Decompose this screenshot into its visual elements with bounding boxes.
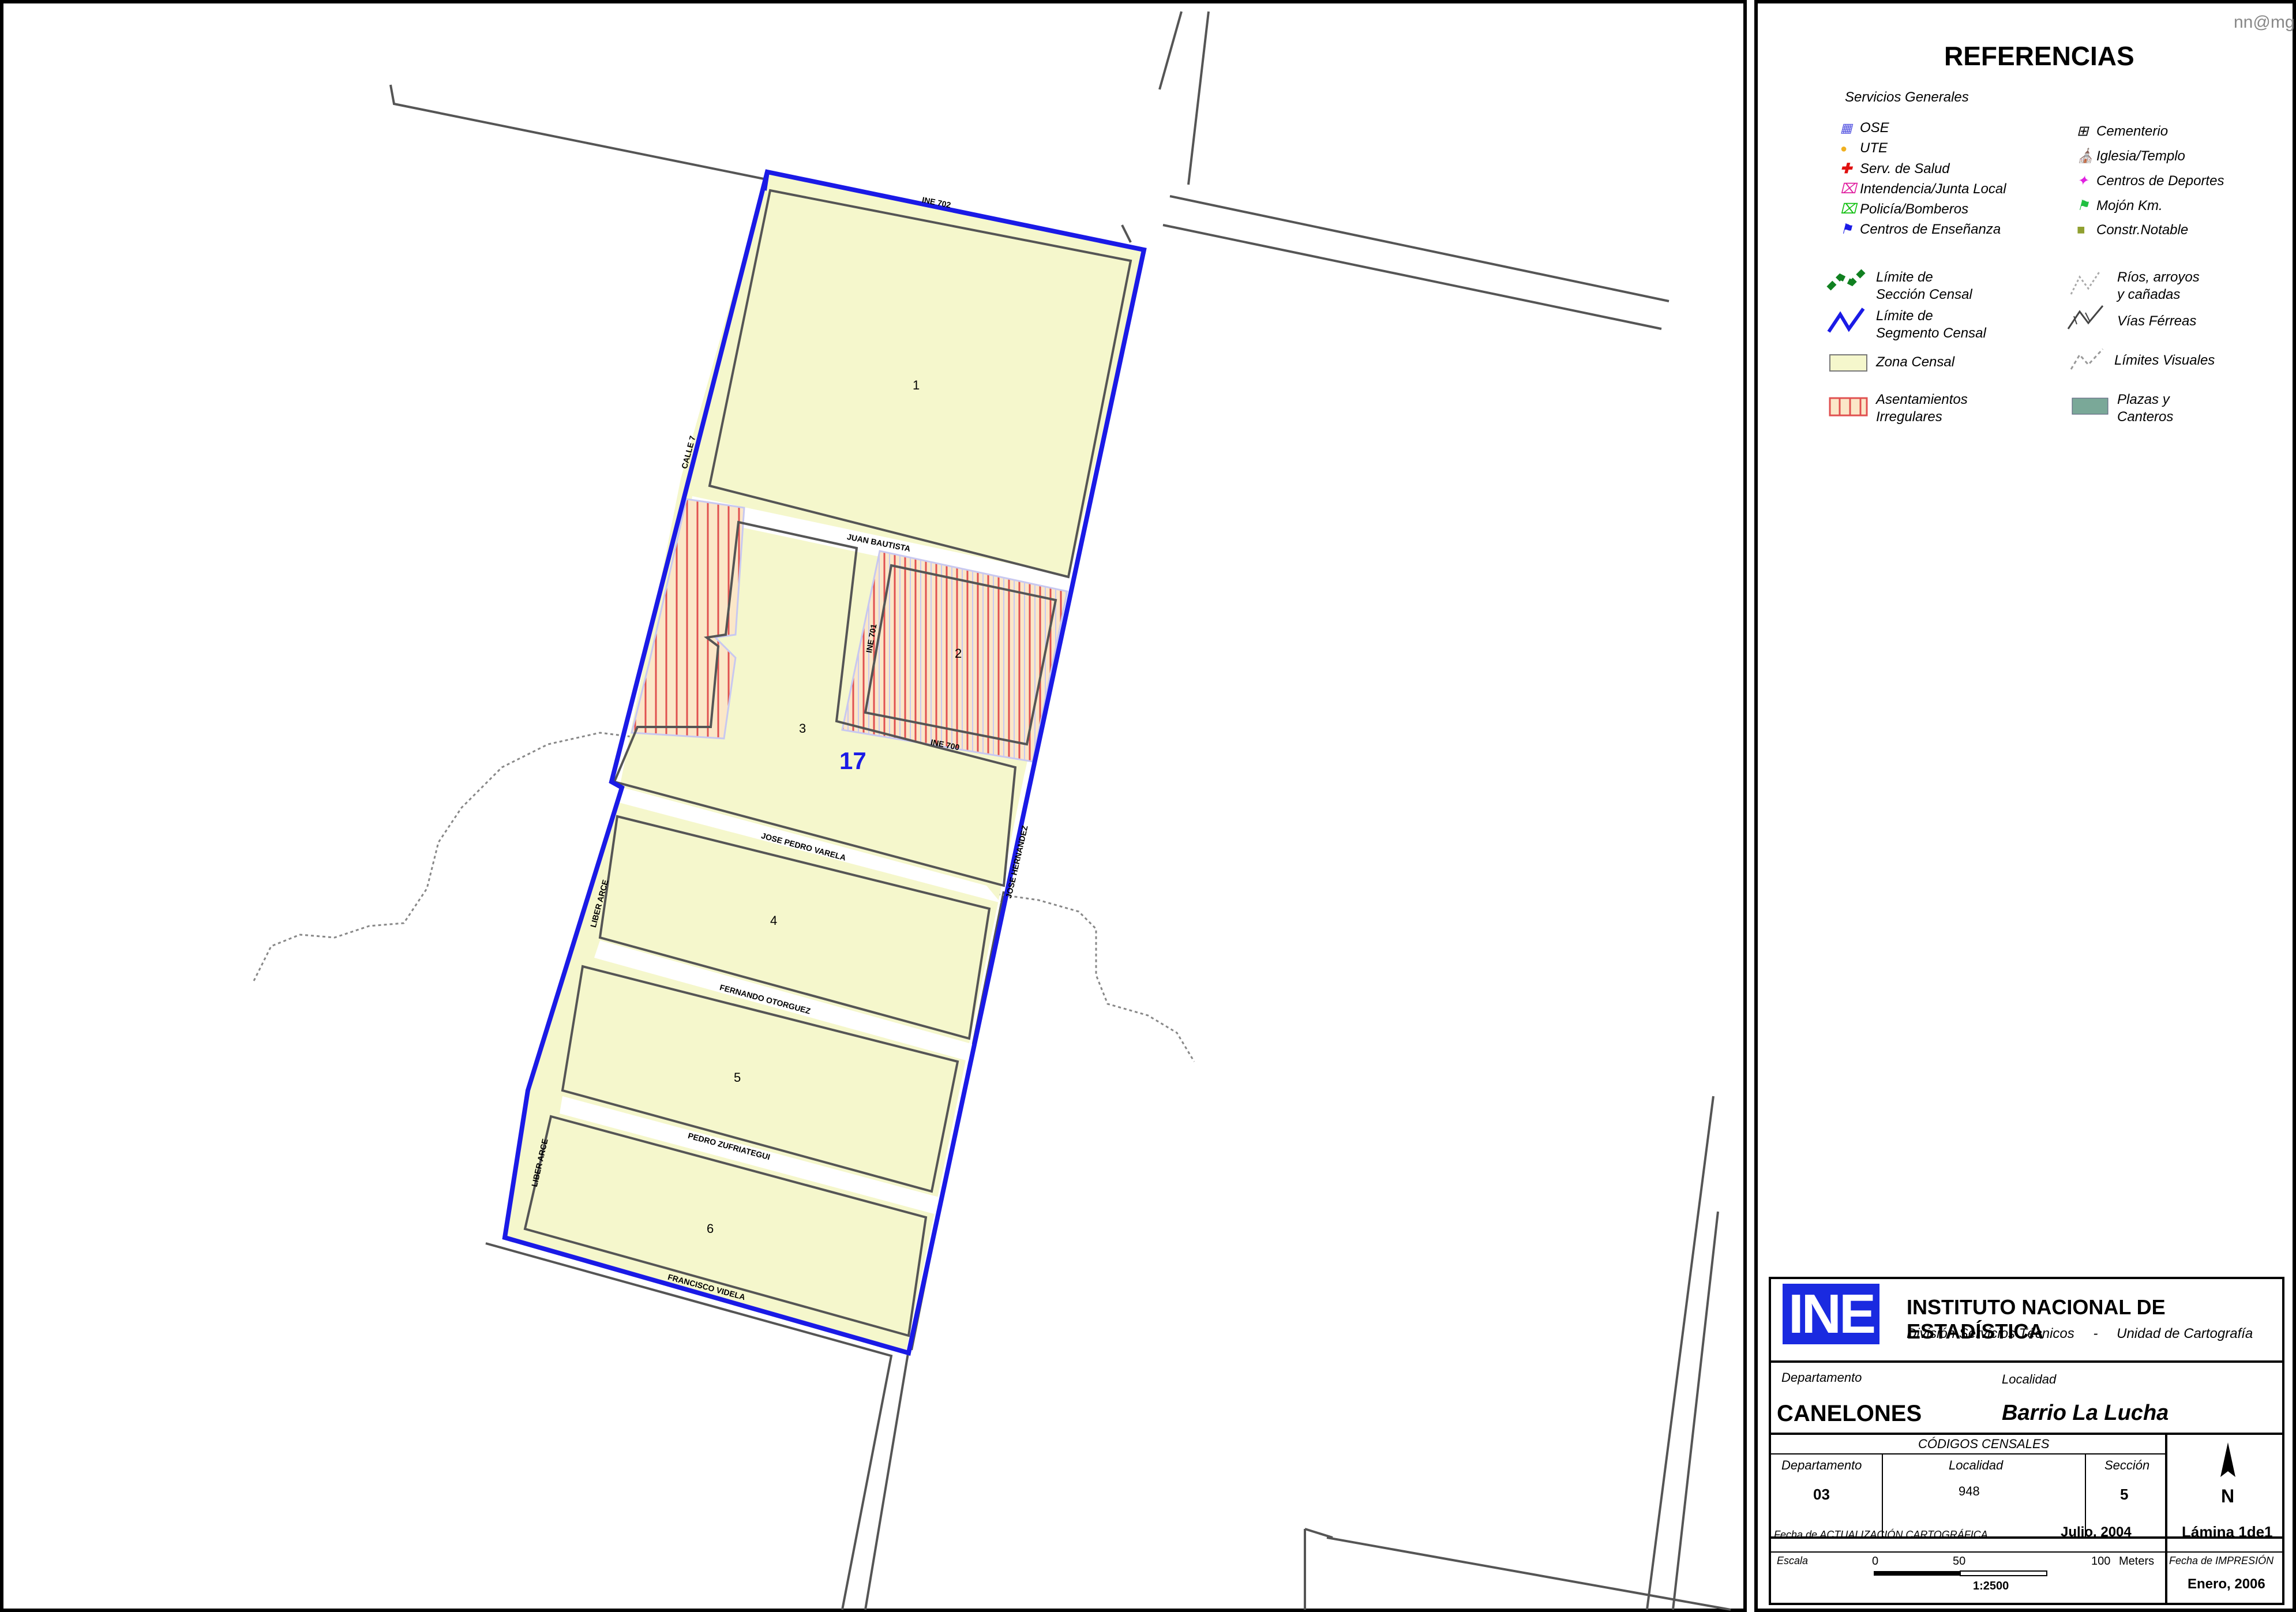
scale-ratio: 1:2500 xyxy=(1973,1580,2009,1592)
code-loc-value: 948 xyxy=(1959,1484,1980,1498)
legend-schools: ⚑ Centros de Enseñanza xyxy=(1840,222,2001,237)
zone-label-3: 3 xyxy=(799,721,806,736)
sports-runner-icon: ✦ xyxy=(2077,173,2089,189)
north-label: N xyxy=(2221,1486,2235,1506)
segment-number: 17 xyxy=(839,747,866,774)
zone-label-1: 1 xyxy=(913,378,920,392)
zone-label-5: 5 xyxy=(734,1070,741,1085)
legend-sports: ✦ Centros de Deportes xyxy=(2077,173,2224,189)
map-sheet xyxy=(0,0,2296,1612)
ose-icon: ▦ xyxy=(1840,121,1852,135)
scale-tick-0: 0 xyxy=(1872,1555,1879,1568)
scale-unit: Meters xyxy=(2119,1555,2155,1568)
legend-health: ✚ Serv. de Salud xyxy=(1840,161,1950,177)
legend-title: REFERENCIAS xyxy=(1944,41,2134,71)
zone-label-6: 6 xyxy=(707,1221,714,1236)
legend-cemetery: ⊞ Cementerio xyxy=(2077,123,2169,139)
print-label: Fecha de IMPRESIÓN xyxy=(2169,1555,2274,1566)
legend-segment-boundary-label: Límite de Segmento Censal xyxy=(1876,308,1986,341)
legend-frame xyxy=(1754,0,2296,1612)
update-label: Fecha de ACTUALIZACIÓN CARTOGRÁFICA xyxy=(1774,1529,1988,1540)
legend-railway-label: Vías Férreas xyxy=(2117,313,2197,329)
cemetery-icon: ⊞ xyxy=(2077,123,2089,139)
services-heading: Servicios Generales xyxy=(1845,89,1969,105)
dept-value: CANELONES xyxy=(1777,1401,1922,1426)
zone-label-2: 2 xyxy=(955,646,962,661)
police-icon: ⌧ xyxy=(1840,201,1856,217)
scale-tick-50: 50 xyxy=(1953,1555,1966,1568)
print-date: Enero, 2006 xyxy=(2188,1576,2265,1592)
legend-section-boundary-label: Límite de Sección Censal xyxy=(1876,269,1972,302)
legend-police: ⌧ Policía/Bomberos xyxy=(1840,201,1969,217)
codes-title: CÓDIGOS CENSALES xyxy=(1918,1437,2050,1451)
scale-tick-100: 100 xyxy=(2091,1555,2111,1568)
legend-rivers-label: Ríos, arroyos y cañadas xyxy=(2117,269,2200,302)
author-signature: nn@mg xyxy=(2234,13,2295,32)
code-sec-value: 5 xyxy=(2120,1486,2129,1503)
division-name: División Servicios Técnicos - Unidad de … xyxy=(1907,1326,2253,1341)
legend-irregular-label: Asentamientos Irregulares xyxy=(1876,392,1968,425)
health-cross-icon: ✚ xyxy=(1840,161,1852,177)
church-icon: ⛪ xyxy=(2077,148,2094,164)
code-dept-value: 03 xyxy=(1813,1486,1830,1503)
scale-label: Escala xyxy=(1777,1555,1809,1566)
school-flag-icon: ⚑ xyxy=(1840,222,1853,237)
legend-visual-limits-label: Límites Visuales xyxy=(2114,353,2215,368)
legend-church: ⛪ Iglesia/Templo xyxy=(2077,148,2185,164)
ine-logo: INE xyxy=(1783,1284,1879,1344)
zone-label-4: 4 xyxy=(770,913,778,928)
legend-census-zone-label: Zona Censal xyxy=(1876,354,1955,370)
dept-label: Departamento xyxy=(1781,1370,1862,1385)
locality-value: Barrio La Lucha xyxy=(2002,1401,2169,1425)
km-marker-icon: ⚑ xyxy=(2077,198,2089,213)
legend-km-marker: ⚑ Mojón Km. xyxy=(2077,198,2163,213)
legend-notable: ■ Constr.Notable xyxy=(2077,222,2189,238)
legend-municipality: ⌧ Intendencia/Junta Local xyxy=(1840,181,2006,197)
code-dept-label: Departamento xyxy=(1781,1458,1862,1472)
code-sec-label: Sección xyxy=(2104,1458,2150,1472)
legend-plazas-label: Plazas y Canteros xyxy=(2117,392,2174,425)
municipality-icon: ⌧ xyxy=(1840,181,1856,197)
ute-icon: ● xyxy=(1840,143,1848,155)
legend-ute: ● UTE xyxy=(1840,140,1888,156)
code-loc-label: Localidad xyxy=(1949,1458,2004,1472)
notable-building-icon: ■ xyxy=(2077,222,2085,238)
locality-label: Localidad xyxy=(2002,1372,2057,1386)
sheet-number: Lámina 1de1 xyxy=(2182,1523,2273,1540)
update-date: Julio, 2004 xyxy=(2061,1524,2132,1540)
legend-ose: ▦ OSE xyxy=(1840,120,1889,136)
